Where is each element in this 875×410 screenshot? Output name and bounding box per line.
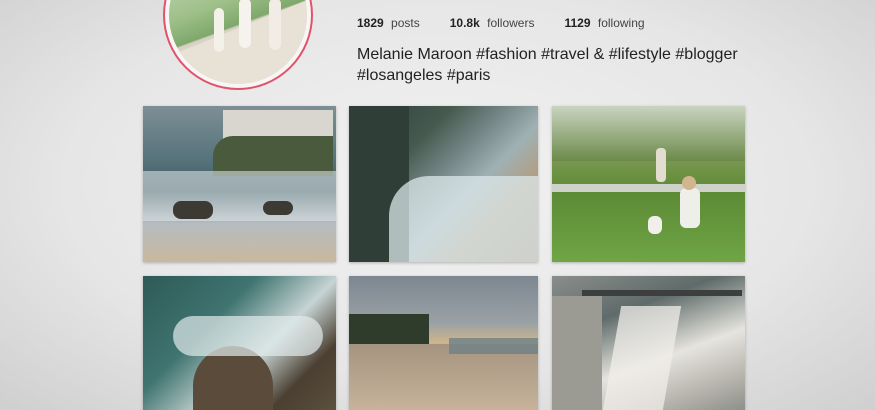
avatar-photo [169,0,307,84]
post-tile-2[interactable] [349,106,538,262]
posts-count: 1829 [357,16,384,30]
bio-line-1: Melanie Maroon #fashion #travel & #lifes… [357,46,738,63]
post-tile-5[interactable] [349,276,538,410]
post-tile-1[interactable] [143,106,336,262]
profile-stats: 1829 posts 10.8k followers 1129 followin… [357,16,675,30]
post-tile-4[interactable] [143,276,336,410]
posts-label: posts [391,16,420,30]
post-tile-6[interactable] [552,276,745,410]
bio-line-2: #losangeles #paris [357,67,491,84]
profile-avatar[interactable] [163,0,313,90]
following-count: 1129 [564,16,591,30]
followers-stat[interactable]: 10.8k followers [450,16,535,30]
followers-label: followers [487,16,535,30]
post-tile-3[interactable] [552,106,745,262]
followers-count: 10.8k [449,16,480,30]
following-stat[interactable]: 1129 following [564,16,644,30]
following-label: following [597,16,645,30]
profile-bio: Melanie Maroon #fashion #travel & #lifes… [357,44,777,86]
profile-page: 1829 posts 10.8k followers 1129 followin… [0,0,875,410]
posts-stat[interactable]: 1829 posts [357,16,420,30]
